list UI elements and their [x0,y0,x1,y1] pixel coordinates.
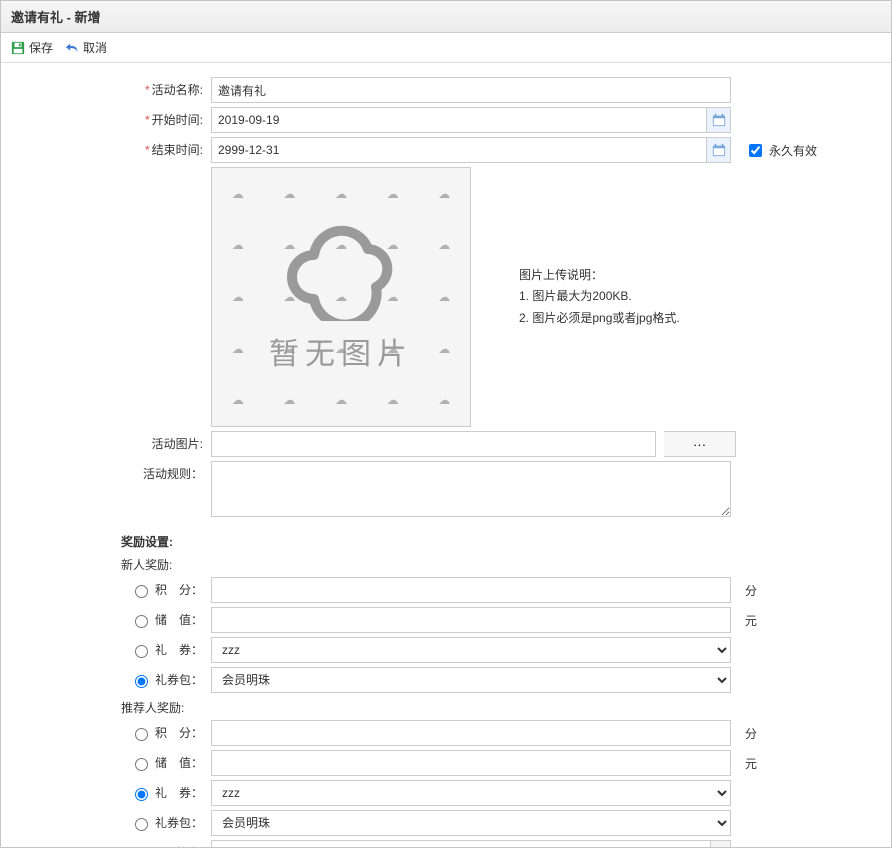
newbie-bundle-label: 礼券包： [155,667,203,693]
calendar-icon[interactable] [706,108,730,132]
unit-yuan: 元 [745,612,765,629]
forever-checkbox-input[interactable] [749,144,762,157]
row-activity-name: *活动名称: [31,77,861,103]
activity-name-label: *活动名称: [31,77,211,103]
unit-yuan: 元 [745,755,765,772]
dialog-title: 邀请有礼 - 新增 [1,1,891,33]
toolbar: 保存 取消 [1,33,891,63]
row-end-time: *结束时间: 永久有效 [31,137,861,163]
end-time-input[interactable] [211,137,731,163]
newbie-points-radio[interactable] [135,585,148,598]
referrer-credit-input[interactable] [211,750,731,776]
dialog-window: 邀请有礼 - 新增 保存 取消 *活动名称: *开始时间: [0,0,892,848]
newbie-points-input[interactable] [211,577,731,603]
newbie-bundle-select[interactable]: 会员明珠 [211,667,731,693]
newbie-credit-row: 储 值： 元 [31,607,861,633]
cancel-button[interactable]: 取消 [65,39,107,56]
status-select[interactable]: 上线 [211,840,731,848]
browse-button[interactable]: ··· [664,431,736,457]
newbie-coupon-label: 礼 券： [155,637,203,663]
chevron-down-icon[interactable] [710,841,730,848]
row-activity-rule: 活动规则： [31,461,861,517]
newbie-points-label: 积 分： [155,577,203,603]
newbie-coupon-radio[interactable] [135,645,148,658]
image-placeholder-text: 暂无图片 [269,329,413,373]
cloud-icon [276,221,406,321]
image-placeholder: ☁☁☁☁☁ ☁☁☁☁☁ ☁☁☁☁☁ ☁☁☁☁☁ ☁☁☁☁☁ 暂无图片 [211,167,471,427]
save-button[interactable]: 保存 [11,39,53,56]
cancel-label: 取消 [83,39,107,56]
referrer-credit-label: 储 值： [155,750,203,776]
referrer-coupon-label: 礼 券： [155,780,203,806]
upload-desc-title: 图片上传说明： [519,265,680,287]
start-time-picker[interactable] [211,107,731,133]
end-time-picker[interactable] [211,137,731,163]
start-time-input[interactable] [211,107,731,133]
status-value: 上线 [212,841,710,848]
start-time-label: *开始时间: [31,107,211,133]
referrer-credit-row: 储 值： 元 [31,750,861,776]
save-icon [11,41,25,55]
referrer-credit-radio[interactable] [135,758,148,771]
forever-checkbox[interactable]: 永久有效 [745,141,817,160]
unit-points: 分 [745,582,765,599]
activity-rule-label: 活动规则： [31,461,211,487]
undo-icon [65,41,79,55]
newbie-credit-input[interactable] [211,607,731,633]
newbie-points-row: 积 分： 分 [31,577,861,603]
activity-name-input[interactable] [211,77,731,103]
referrer-points-radio[interactable] [135,728,148,741]
forever-label: 永久有效 [769,142,817,159]
upload-desc-2: 2. 图片必须是png或者jpg格式. [519,308,680,330]
end-time-label: *结束时间: [31,137,211,163]
unit-points: 分 [745,725,765,742]
referrer-coupon-select[interactable]: zzz [211,780,731,806]
referrer-title: 推荐人奖励: [121,699,861,716]
newbie-bundle-row: 礼券包： 会员明珠 [31,667,861,693]
reward-section-title: 奖励设置: [121,533,861,550]
save-label: 保存 [29,39,53,56]
row-start-time: *开始时间: [31,107,861,133]
calendar-icon[interactable] [706,138,730,162]
form-area: *活动名称: *开始时间: *结束时间: [1,63,891,848]
referrer-points-input[interactable] [211,720,731,746]
newbie-coupon-row: 礼 券： zzz [31,637,861,663]
referrer-coupon-radio[interactable] [135,788,148,801]
status-label: *状态: [31,840,211,848]
referrer-points-row: 积 分： 分 [31,720,861,746]
newbie-credit-label: 储 值： [155,607,203,633]
referrer-bundle-select[interactable]: 会员明珠 [211,810,731,836]
referrer-bundle-radio[interactable] [135,818,148,831]
row-image-preview: ☁☁☁☁☁ ☁☁☁☁☁ ☁☁☁☁☁ ☁☁☁☁☁ ☁☁☁☁☁ 暂无图片 图片上传说 [31,167,861,427]
referrer-coupon-row: 礼 券： zzz [31,780,861,806]
activity-image-input[interactable] [211,431,656,457]
newbie-title: 新人奖励: [121,556,861,573]
row-activity-image: 活动图片: ··· [31,431,861,457]
referrer-points-label: 积 分： [155,720,203,746]
newbie-bundle-radio[interactable] [135,675,148,688]
upload-desc-1: 1. 图片最大为200KB. [519,286,680,308]
row-status: *状态: 上线 [31,840,861,848]
referrer-bundle-row: 礼券包： 会员明珠 [31,810,861,836]
upload-description: 图片上传说明： 1. 图片最大为200KB. 2. 图片必须是png或者jpg格… [519,265,680,330]
newbie-credit-radio[interactable] [135,615,148,628]
activity-image-label: 活动图片: [31,431,211,457]
newbie-coupon-select[interactable]: zzz [211,637,731,663]
referrer-bundle-label: 礼券包： [155,810,203,836]
activity-rule-textarea[interactable] [211,461,731,517]
